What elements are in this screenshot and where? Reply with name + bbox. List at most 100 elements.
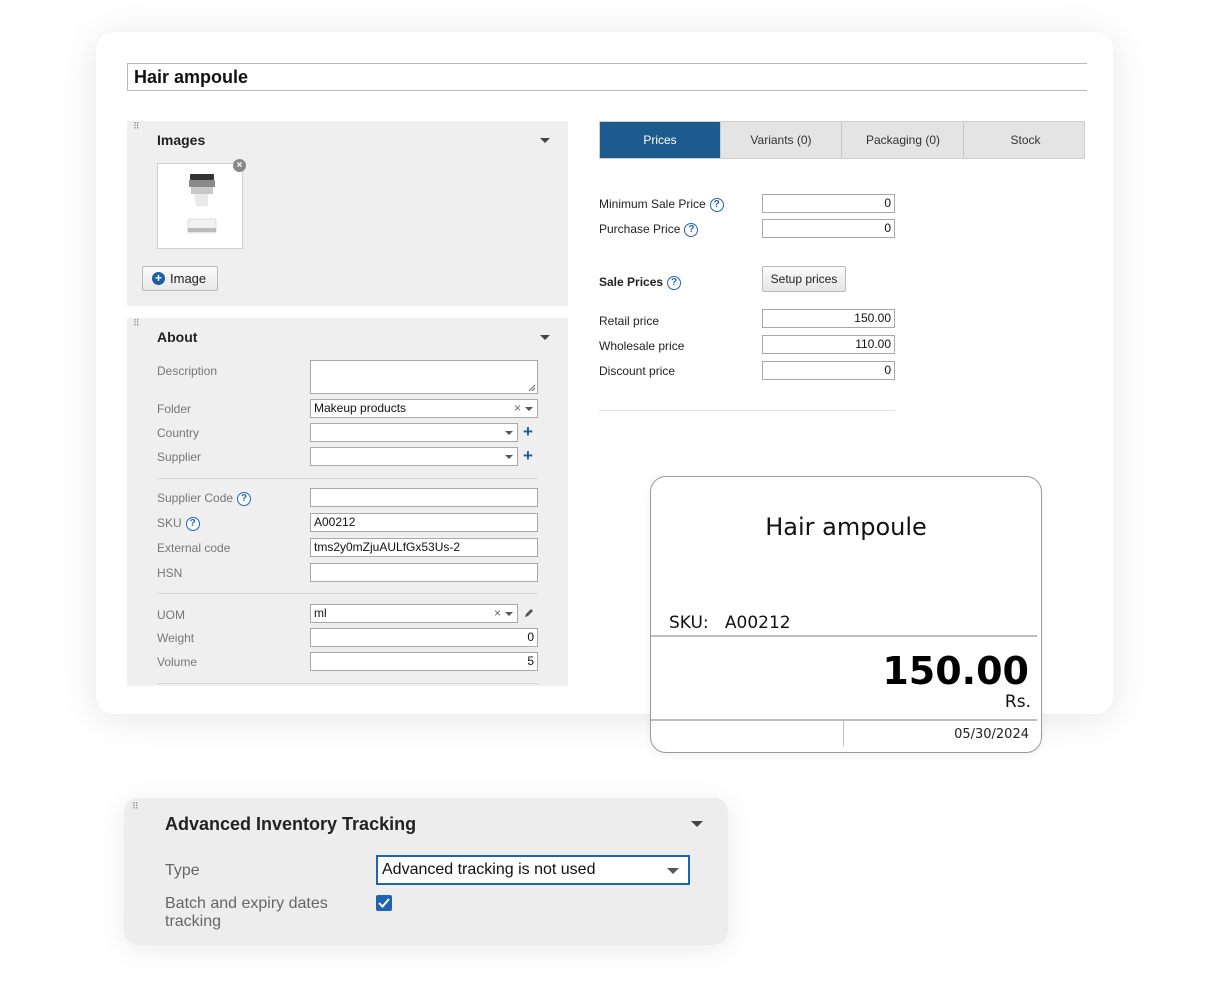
divider <box>157 478 538 479</box>
label-sku-value: A00212 <box>724 613 791 633</box>
label-divider <box>651 719 1037 721</box>
collapse-caret-icon[interactable] <box>540 335 550 340</box>
wholesale-price-field[interactable]: 110.00 <box>762 335 895 354</box>
min-sale-price-label: Minimum Sale Price? <box>599 197 724 212</box>
type-label: Type <box>165 862 200 879</box>
divider <box>599 410 895 411</box>
sku-label: SKU? <box>157 516 200 531</box>
product-tabs: Prices Variants (0) Packaging (0) Stock <box>599 121 1085 159</box>
sku-label-text: SKU <box>157 516 182 530</box>
description-field[interactable] <box>310 360 538 394</box>
external-code-field[interactable]: tms2y0mZjuAULfGx53Us-2 <box>310 538 538 557</box>
tab-variants[interactable]: Variants (0) <box>721 122 842 158</box>
label-divider <box>651 635 1037 637</box>
purchase-price-label: Purchase Price? <box>599 222 699 237</box>
collapse-caret-icon[interactable] <box>691 821 703 827</box>
product-title-field[interactable]: Hair ampoule <box>127 63 1087 91</box>
price-label-preview: Hair ampoule SKU: A00212 150.00 Rs. 05/3… <box>650 476 1042 753</box>
add-country-icon[interactable]: + <box>523 423 533 440</box>
help-icon[interactable]: ? <box>185 516 200 531</box>
help-icon[interactable]: ? <box>684 222 699 237</box>
remove-image-icon[interactable]: × <box>233 159 246 172</box>
folder-value: Makeup products <box>314 401 407 415</box>
purchase-price-label-text: Purchase Price <box>599 222 681 236</box>
tab-prices[interactable]: Prices <box>600 122 721 158</box>
supplier-code-label: Supplier Code? <box>157 491 252 506</box>
sale-prices-label-text: Sale Prices <box>599 275 664 289</box>
product-title: Hair ampoule <box>134 67 249 87</box>
tab-stock[interactable]: Stock <box>965 122 1086 158</box>
chevron-down-icon <box>505 431 513 435</box>
help-icon[interactable]: ? <box>237 491 252 506</box>
images-panel: ⠿ Images × + Image <box>127 121 568 306</box>
external-code-label: External code <box>157 541 231 555</box>
discount-price-label: Discount price <box>599 364 676 378</box>
uom-label: UOM <box>157 608 185 622</box>
help-icon[interactable]: ? <box>709 197 724 212</box>
uom-value: ml <box>314 606 327 620</box>
batch-tracking-label: Batch and expiry dates tracking <box>165 895 328 930</box>
weight-label: Weight <box>157 631 195 645</box>
advanced-inventory-title: Advanced Inventory Tracking <box>165 814 417 834</box>
uom-select[interactable]: ml × <box>310 604 518 623</box>
tracking-type-value: Advanced tracking is not used <box>382 861 596 878</box>
weight-field[interactable]: 0 <box>310 628 538 647</box>
ampoule-image <box>187 174 217 234</box>
clear-icon[interactable]: × <box>494 605 501 622</box>
retail-price-label: Retail price <box>599 314 660 328</box>
tracking-type-select[interactable]: Advanced tracking is not used <box>376 855 690 885</box>
label-sku: SKU: A00212 <box>669 613 791 633</box>
min-sale-price-field[interactable]: 0 <box>762 194 895 213</box>
label-product-title: Hair ampoule <box>765 513 927 541</box>
min-sale-price-label-text: Minimum Sale Price <box>599 197 706 211</box>
add-supplier-icon[interactable]: + <box>523 447 533 464</box>
collapse-caret-icon[interactable] <box>540 138 550 143</box>
product-image-thumbnail[interactable] <box>157 163 243 249</box>
about-panel: ⠿ About Description Folder Makeup produc… <box>127 318 568 686</box>
resize-grip-icon[interactable] <box>528 384 536 392</box>
advanced-inventory-panel: ⠿ Advanced Inventory Tracking Type Advan… <box>124 798 728 945</box>
country-label: Country <box>157 426 200 440</box>
drag-handle-icon[interactable]: ⠿ <box>133 122 140 131</box>
edit-pencil-icon[interactable] <box>523 607 535 619</box>
folder-label: Folder <box>157 402 192 416</box>
images-panel-title: Images <box>157 132 206 148</box>
wholesale-price-label: Wholesale price <box>599 339 685 353</box>
help-icon[interactable]: ? <box>667 275 682 290</box>
volume-label: Volume <box>157 655 198 669</box>
drag-handle-icon[interactable]: ⠿ <box>132 802 139 811</box>
label-date: 05/30/2024 <box>954 727 1029 742</box>
add-image-button[interactable]: + Image <box>142 266 218 291</box>
retail-price-field[interactable]: 150.00 <box>762 309 895 328</box>
label-price: 150.00 <box>882 649 1029 693</box>
folder-select[interactable]: Makeup products × <box>310 399 538 418</box>
sale-prices-heading: Sale Prices? <box>599 275 682 290</box>
purchase-price-field[interactable]: 0 <box>762 219 895 238</box>
supplier-select[interactable] <box>310 447 518 466</box>
divider <box>157 683 538 684</box>
description-label: Description <box>157 364 218 378</box>
supplier-code-field[interactable] <box>310 488 538 507</box>
divider <box>157 593 538 594</box>
setup-prices-button[interactable]: Setup prices <box>762 266 846 292</box>
plus-circle-icon: + <box>152 272 165 285</box>
chevron-down-icon <box>505 612 513 616</box>
discount-price-field[interactable]: 0 <box>762 361 895 380</box>
chevron-down-icon <box>667 868 679 874</box>
batch-tracking-checkbox[interactable] <box>376 895 392 911</box>
hsn-field[interactable] <box>310 563 538 582</box>
tab-packaging[interactable]: Packaging (0) <box>843 122 964 158</box>
drag-handle-icon[interactable]: ⠿ <box>133 319 140 328</box>
hsn-label: HSN <box>157 566 183 580</box>
volume-field[interactable]: 5 <box>310 652 538 671</box>
clear-icon[interactable]: × <box>514 400 521 417</box>
label-sku-prefix: SKU: <box>669 613 709 633</box>
country-select[interactable] <box>310 423 518 442</box>
supplier-code-label-text: Supplier Code <box>157 491 234 505</box>
add-image-label: Image <box>170 271 207 286</box>
chevron-down-icon <box>505 455 513 459</box>
sku-field[interactable]: A00212 <box>310 513 538 532</box>
chevron-down-icon <box>525 407 533 411</box>
about-panel-title: About <box>157 329 198 345</box>
label-currency: Rs. <box>1004 692 1031 712</box>
